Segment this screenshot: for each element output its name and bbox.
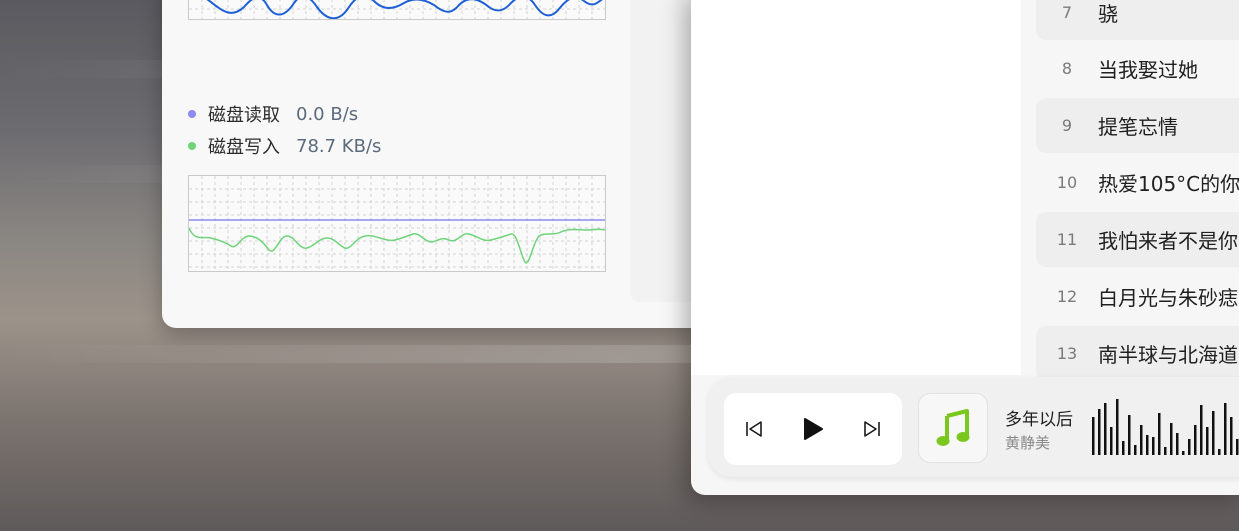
song-row[interactable]: 10 热爱105°C的你 bbox=[1036, 155, 1239, 210]
next-button[interactable] bbox=[852, 409, 892, 449]
music-player-window: 7 骁 8 当我娶过她 9 提笔忘情 10 热爱105°C的你 11 我怕来者不… bbox=[691, 0, 1239, 495]
song-number: 11 bbox=[1056, 230, 1078, 249]
song-number: 7 bbox=[1061, 3, 1073, 22]
skip-previous-icon bbox=[745, 421, 762, 437]
track-title: 多年以后 bbox=[1005, 410, 1073, 430]
disk-write-label: 磁盘写入 bbox=[208, 137, 280, 158]
playback-controls bbox=[724, 393, 902, 465]
disk-read-dot bbox=[188, 110, 196, 118]
song-number: 12 bbox=[1056, 287, 1078, 306]
spectrum-bar bbox=[1194, 425, 1197, 455]
disk-graph-canvas bbox=[189, 176, 605, 271]
song-row[interactable]: 12 白月光与朱砂痣 bbox=[1036, 269, 1239, 324]
play-button[interactable] bbox=[793, 409, 833, 449]
song-row[interactable]: 7 骁 bbox=[1036, 0, 1239, 40]
spectrum-bar bbox=[1188, 439, 1191, 455]
spectrum-bar bbox=[1092, 417, 1095, 455]
music-note-icon bbox=[936, 409, 970, 446]
spectrum-bar bbox=[1110, 427, 1113, 455]
audio-spectrum bbox=[1092, 399, 1239, 455]
spectrum-bar bbox=[1152, 437, 1155, 455]
network-graph-canvas bbox=[189, 0, 605, 19]
album-cover[interactable] bbox=[918, 393, 988, 463]
spectrum-bar bbox=[1128, 415, 1131, 455]
spectrum-bar bbox=[1164, 447, 1167, 455]
spectrum-bar bbox=[1104, 403, 1107, 455]
spectrum-bar bbox=[1146, 435, 1149, 455]
skip-next-icon bbox=[864, 421, 881, 437]
spectrum-bar bbox=[1200, 405, 1203, 455]
song-title: 骁 bbox=[1098, 2, 1118, 26]
spectrum-bar bbox=[1122, 441, 1125, 455]
system-monitor-window: 磁盘读取 0.0 B/s 磁盘写入 78.7 KB/s bbox=[162, 0, 722, 328]
song-number: 9 bbox=[1061, 116, 1073, 135]
spectrum-bar bbox=[1236, 439, 1239, 455]
song-title: 热爱105°C的你 bbox=[1098, 172, 1239, 196]
disk-write-dot bbox=[188, 142, 196, 150]
song-number: 10 bbox=[1056, 173, 1078, 192]
spectrum-bar bbox=[1140, 425, 1143, 455]
song-row[interactable]: 13 南半球与北海道 bbox=[1036, 326, 1239, 381]
song-title: 南半球与北海道 bbox=[1098, 343, 1238, 367]
disk-write-value: 78.7 KB/s bbox=[296, 135, 382, 157]
song-title: 白月光与朱砂痣 bbox=[1098, 286, 1238, 310]
track-artist: 黄静美 bbox=[1005, 434, 1051, 452]
spectrum-bar bbox=[1134, 445, 1137, 455]
spectrum-bar bbox=[1176, 433, 1179, 455]
side-panel bbox=[630, 0, 700, 302]
previous-button[interactable] bbox=[734, 409, 774, 449]
song-title: 我怕来者不是你 bbox=[1098, 229, 1238, 253]
spectrum-bar bbox=[1158, 413, 1161, 455]
disk-read-value: 0.0 B/s bbox=[296, 103, 359, 125]
song-row[interactable]: 9 提笔忘情 bbox=[1036, 98, 1239, 153]
song-row[interactable]: 11 我怕来者不是你 bbox=[1036, 212, 1239, 267]
left-pane bbox=[691, 0, 1021, 375]
disk-graph bbox=[188, 175, 606, 272]
disk-read-legend: 磁盘读取 0.0 B/s bbox=[188, 102, 358, 126]
song-number: 8 bbox=[1061, 59, 1073, 78]
disk-read-label: 磁盘读取 bbox=[208, 105, 280, 126]
song-title: 提笔忘情 bbox=[1098, 115, 1178, 139]
song-title: 当我娶过她 bbox=[1098, 58, 1198, 82]
spectrum-bar bbox=[1206, 427, 1209, 455]
player-bar: 多年以后 黄静美 bbox=[708, 377, 1239, 477]
spectrum-bar bbox=[1230, 417, 1233, 455]
spectrum-bar bbox=[1224, 403, 1227, 455]
play-icon bbox=[803, 418, 823, 440]
network-graph bbox=[188, 0, 606, 20]
spectrum-bar bbox=[1218, 449, 1221, 455]
song-row[interactable]: 8 当我娶过她 bbox=[1036, 41, 1239, 96]
disk-write-line bbox=[189, 227, 605, 264]
spectrum-bar bbox=[1098, 409, 1101, 455]
song-number: 13 bbox=[1056, 344, 1078, 363]
spectrum-bar bbox=[1170, 423, 1173, 455]
spectrum-bar bbox=[1212, 411, 1215, 455]
spectrum-bar bbox=[1116, 399, 1119, 455]
spectrum-bar bbox=[1182, 451, 1185, 455]
disk-write-legend: 磁盘写入 78.7 KB/s bbox=[188, 134, 381, 158]
